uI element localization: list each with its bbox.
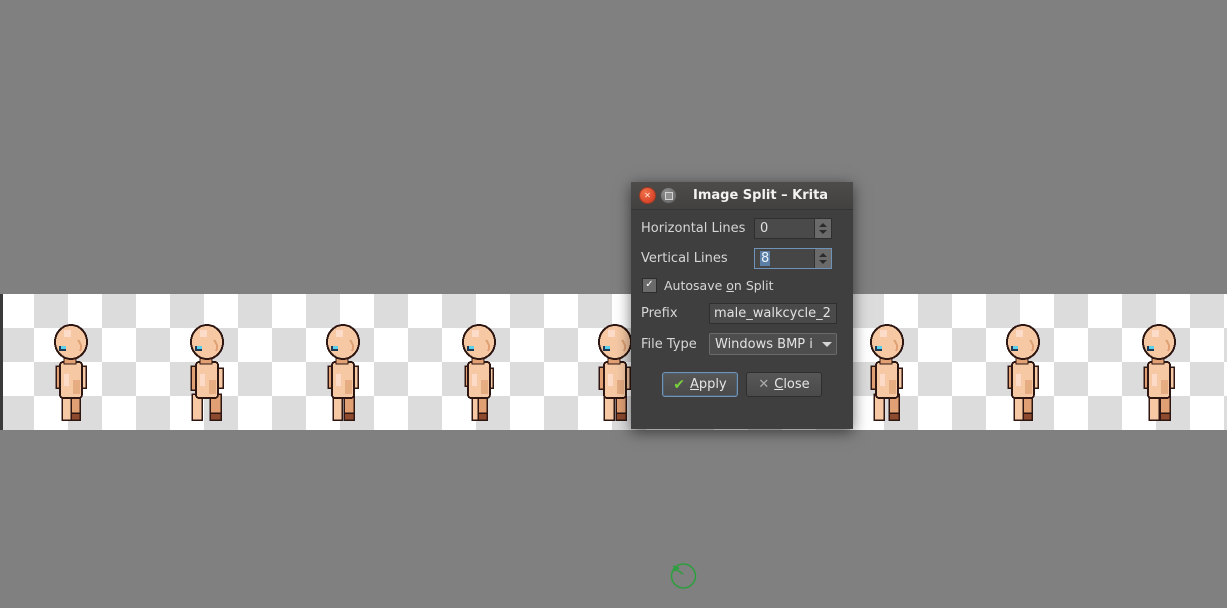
sprite-frame xyxy=(48,322,94,422)
vertical-lines-spinbox[interactable]: 8 xyxy=(754,248,832,269)
prefix-label: Prefix xyxy=(641,306,678,321)
sprite-frame xyxy=(456,322,502,422)
dialog-title: Image Split – Krita xyxy=(693,188,829,203)
close-x-icon: ✕ xyxy=(758,377,770,392)
apply-label-mnemonic: A xyxy=(690,377,699,392)
chevron-up-icon[interactable] xyxy=(819,253,827,257)
maximize-icon[interactable] xyxy=(660,187,677,204)
dialog-title-bar[interactable]: ✕ Image Split – Krita xyxy=(631,182,853,210)
maximize-square-glyph xyxy=(664,191,673,200)
sprite-sheet-canvas[interactable] xyxy=(0,294,1227,430)
chevron-down-icon[interactable] xyxy=(819,260,827,264)
check-icon: ✔ xyxy=(673,376,685,393)
file-type-row: File Type Windows BMP i xyxy=(641,333,843,355)
sprite-frame xyxy=(184,322,230,422)
autosave-checkbox-row[interactable]: ✓ Autosave on Split xyxy=(642,278,843,293)
autosave-label-mnemonic: o xyxy=(726,278,734,293)
horizontal-lines-spinbox[interactable]: 0 xyxy=(754,218,832,239)
prefix-input[interactable]: male_walkcycle_2 xyxy=(709,303,837,324)
sprite-frame xyxy=(1000,322,1046,422)
rotate-indicator-icon xyxy=(669,561,698,590)
vertical-lines-value-text: 8 xyxy=(760,251,771,266)
vertical-lines-value[interactable]: 8 xyxy=(755,249,814,268)
close-label-post: lose xyxy=(783,377,810,392)
sprite-frame xyxy=(864,322,910,422)
horizontal-lines-row: Horizontal Lines 0 xyxy=(641,218,843,239)
autosave-label-post: n Split xyxy=(733,278,774,293)
horizontal-lines-label: Horizontal Lines xyxy=(641,221,746,236)
chevron-down-glyph xyxy=(822,341,832,347)
prefix-row: Prefix male_walkcycle_2 xyxy=(641,303,843,324)
autosave-label: Autosave on Split xyxy=(664,278,774,293)
chevron-down-icon[interactable] xyxy=(818,341,836,347)
checkmark-icon: ✓ xyxy=(645,279,654,290)
sprite-frame xyxy=(320,322,366,422)
image-split-dialog[interactable]: ✕ Image Split – Krita Horizontal Lines 0… xyxy=(631,182,853,429)
chevron-down-icon[interactable] xyxy=(819,230,827,234)
apply-label-post: pply xyxy=(698,377,727,392)
dialog-body: Horizontal Lines 0 Vertical Lines 8 ✓ Au… xyxy=(631,210,853,397)
autosave-label-pre: Autosave xyxy=(664,278,727,293)
apply-button[interactable]: ✔ Apply xyxy=(662,372,738,397)
dialog-button-row: ✔ Apply ✕ Close xyxy=(641,372,843,397)
canvas-left-border xyxy=(0,294,3,430)
close-icon[interactable]: ✕ xyxy=(639,187,656,204)
vertical-lines-label: Vertical Lines xyxy=(641,251,728,266)
chevron-up-icon[interactable] xyxy=(819,223,827,227)
file-type-combobox[interactable]: Windows BMP i xyxy=(709,333,837,355)
close-label-mnemonic: C xyxy=(774,377,784,392)
rotate-arrow-glyph xyxy=(670,563,697,589)
apply-button-label: Apply xyxy=(690,377,727,392)
close-button-label: Close xyxy=(774,377,809,392)
file-type-value: Windows BMP i xyxy=(715,336,813,352)
autosave-checkbox[interactable]: ✓ xyxy=(642,278,657,293)
vertical-lines-stepper[interactable] xyxy=(814,249,831,268)
close-glyph: ✕ xyxy=(644,190,651,200)
horizontal-lines-value[interactable]: 0 xyxy=(755,219,814,238)
file-type-label: File Type xyxy=(641,336,697,352)
vertical-lines-row: Vertical Lines 8 xyxy=(641,248,843,269)
close-button[interactable]: ✕ Close xyxy=(746,372,822,397)
sprite-frame xyxy=(1136,322,1182,422)
horizontal-lines-stepper[interactable] xyxy=(814,219,831,238)
